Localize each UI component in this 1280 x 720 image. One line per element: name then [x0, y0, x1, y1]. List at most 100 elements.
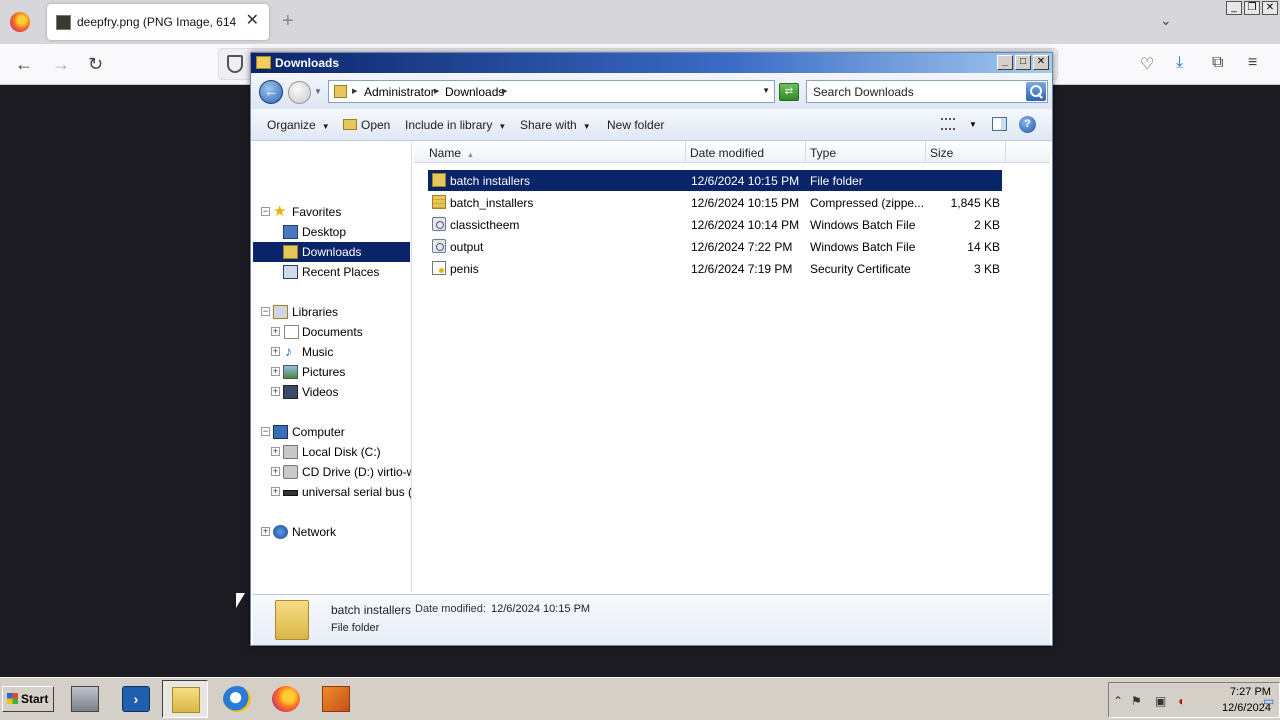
nav-computer[interactable]: − Computer	[253, 422, 410, 442]
address-bar[interactable]: ▶ Administrator ▶ Downloads ▶ ▼	[328, 80, 775, 103]
nav-downloads[interactable]: Downloads	[253, 242, 410, 262]
videos-icon	[283, 385, 298, 399]
column-header-date[interactable]: Date modified	[686, 142, 806, 163]
share-with-button[interactable]: Share with ▼	[520, 118, 591, 132]
breadcrumb-arrow-icon[interactable]: ▶	[502, 87, 507, 95]
expand-icon[interactable]: +	[271, 467, 280, 476]
recent-pages-dropdown-icon[interactable]: ▼	[314, 87, 322, 96]
file-row[interactable]: penis 12/6/2024 7:19 PM Security Certifi…	[428, 258, 1002, 279]
taskbar-server-manager[interactable]	[62, 680, 108, 718]
taskbar-powershell[interactable]: ›	[113, 680, 159, 718]
help-icon[interactable]: ?	[1019, 116, 1036, 133]
breadcrumb-arrow-icon[interactable]: ▶	[434, 87, 439, 95]
file-row[interactable]: batch_installers 12/6/2024 10:15 PM Comp…	[428, 192, 1002, 213]
address-dropdown-icon[interactable]: ▼	[762, 86, 770, 95]
file-row[interactable]: output 12/6/2024 7:22 PM Windows Batch F…	[428, 236, 1002, 257]
expand-icon[interactable]: +	[261, 527, 270, 536]
batch-file-icon	[432, 217, 446, 231]
column-header-type[interactable]: Type	[806, 142, 926, 163]
tab-close-icon[interactable]: ✕	[246, 13, 259, 29]
collapse-icon[interactable]: −	[261, 427, 270, 436]
start-label: Start	[21, 692, 49, 706]
file-row[interactable]: batch installers 12/6/2024 10:15 PM File…	[428, 170, 1002, 191]
nav-pictures[interactable]: + Pictures	[253, 362, 410, 382]
nav-libraries[interactable]: − Libraries	[253, 302, 410, 322]
expand-icon[interactable]: +	[271, 347, 280, 356]
firefox-logo-icon[interactable]	[10, 12, 30, 32]
window-titlebar[interactable]: Downloads _ □ ✕	[251, 53, 1052, 73]
file-date: 12/6/2024 7:19 PM	[691, 262, 793, 276]
new-tab-button[interactable]: +	[282, 10, 294, 33]
extensions-icon[interactable]: ⧉	[1212, 54, 1223, 72]
expand-icon[interactable]: +	[271, 487, 280, 496]
system-tray: ⌃ ⚑ ▣ ◖ 7:27 PM 12/6/2024 ▭	[1108, 682, 1280, 718]
close-button[interactable]: ✕	[1033, 55, 1049, 70]
volume-muted-icon[interactable]: ◖	[1177, 694, 1184, 708]
close-icon[interactable]: ✕	[1262, 1, 1278, 15]
breadcrumb-administrator[interactable]: Administrator	[364, 85, 435, 99]
column-header-name[interactable]: Name ▲	[414, 142, 686, 163]
reload-icon[interactable]: ↻	[88, 54, 103, 74]
nav-label: Recent Places	[302, 265, 380, 279]
browser-tab[interactable]: deepfry.png (PNG Image, 614 × 4 ✕	[47, 4, 269, 40]
nav-documents[interactable]: + Documents	[253, 322, 410, 342]
open-button[interactable]: Open	[343, 118, 390, 132]
taskbar-internet-explorer[interactable]	[214, 680, 260, 718]
view-dropdown-icon[interactable]: ▼	[969, 120, 977, 129]
taskbar-app[interactable]	[313, 680, 359, 718]
nav-usb[interactable]: + universal serial bus (E:)	[253, 482, 411, 502]
file-row[interactable]: classictheem 12/6/2024 10:14 PM Windows …	[428, 214, 1002, 235]
collapse-icon[interactable]: −	[261, 307, 270, 316]
restore-icon[interactable]: ❐	[1244, 1, 1260, 15]
pocket-icon[interactable]: ♡	[1140, 54, 1154, 74]
nav-local-disk[interactable]: + Local Disk (C:)	[253, 442, 410, 462]
expand-icon[interactable]: +	[271, 327, 280, 336]
column-header-size[interactable]: Size	[926, 142, 1006, 163]
new-folder-button[interactable]: New folder	[607, 118, 664, 132]
hard-disk-icon	[283, 445, 298, 459]
include-in-library-button[interactable]: Include in library ▼	[405, 118, 506, 132]
chevron-down-icon: ▼	[498, 122, 507, 131]
list-tabs-chevron-icon[interactable]: ⌄	[1160, 12, 1172, 29]
refresh-icon[interactable]: ⇄	[779, 83, 799, 101]
preview-pane-icon[interactable]	[992, 117, 1007, 131]
organize-button[interactable]: Organize ▼	[267, 118, 330, 132]
network-tray-icon[interactable]: ▣	[1155, 694, 1166, 708]
minimize-button[interactable]: _	[997, 55, 1013, 70]
expand-icon[interactable]: +	[271, 447, 280, 456]
collapse-icon[interactable]: −	[261, 207, 270, 216]
maximize-button[interactable]: □	[1015, 55, 1031, 70]
back-button[interactable]: ←	[259, 80, 283, 104]
nav-cd-drive[interactable]: + CD Drive (D:) virtio-win	[253, 462, 411, 482]
change-view-icon[interactable]	[941, 118, 955, 130]
nav-recent-places[interactable]: Recent Places	[253, 262, 410, 282]
forward-button[interactable]	[288, 81, 311, 104]
menu-icon[interactable]: ≡	[1248, 54, 1257, 72]
breadcrumb-arrow-icon[interactable]: ▶	[352, 87, 357, 95]
sort-ascending-icon: ▲	[467, 152, 474, 159]
minimize-icon[interactable]: _	[1226, 1, 1242, 15]
show-hidden-icons-icon[interactable]: ⌃	[1113, 694, 1123, 708]
tracking-shield-icon[interactable]	[227, 55, 243, 73]
back-arrow-icon[interactable]: ←	[15, 54, 33, 74]
breadcrumb-downloads[interactable]: Downloads	[445, 85, 504, 99]
action-center-flag-icon[interactable]: ⚑	[1131, 694, 1142, 708]
expand-icon[interactable]: +	[271, 387, 280, 396]
start-button[interactable]: Start	[2, 686, 54, 712]
show-desktop-icon[interactable]: ▭	[1263, 694, 1274, 708]
navigation-pane: − ★ Favorites Desktop Downloads Recent P…	[253, 142, 412, 592]
downloads-icon[interactable]: ⤓	[1176, 54, 1183, 72]
nav-network[interactable]: + Network	[253, 522, 410, 542]
search-input[interactable]: Search Downloads	[806, 80, 1048, 103]
nav-music[interactable]: + ♪ Music	[253, 342, 410, 362]
nav-favorites[interactable]: − ★ Favorites	[253, 202, 410, 222]
forward-arrow-icon[interactable]: →	[52, 54, 70, 74]
certificate-icon	[432, 261, 446, 275]
nav-videos[interactable]: + Videos	[253, 382, 410, 402]
taskbar-explorer[interactable]	[162, 680, 208, 718]
search-icon[interactable]	[1026, 82, 1046, 101]
file-size: 2 KB	[973, 218, 1000, 232]
nav-desktop[interactable]: Desktop	[253, 222, 410, 242]
expand-icon[interactable]: +	[271, 367, 280, 376]
taskbar-firefox[interactable]	[263, 680, 309, 718]
